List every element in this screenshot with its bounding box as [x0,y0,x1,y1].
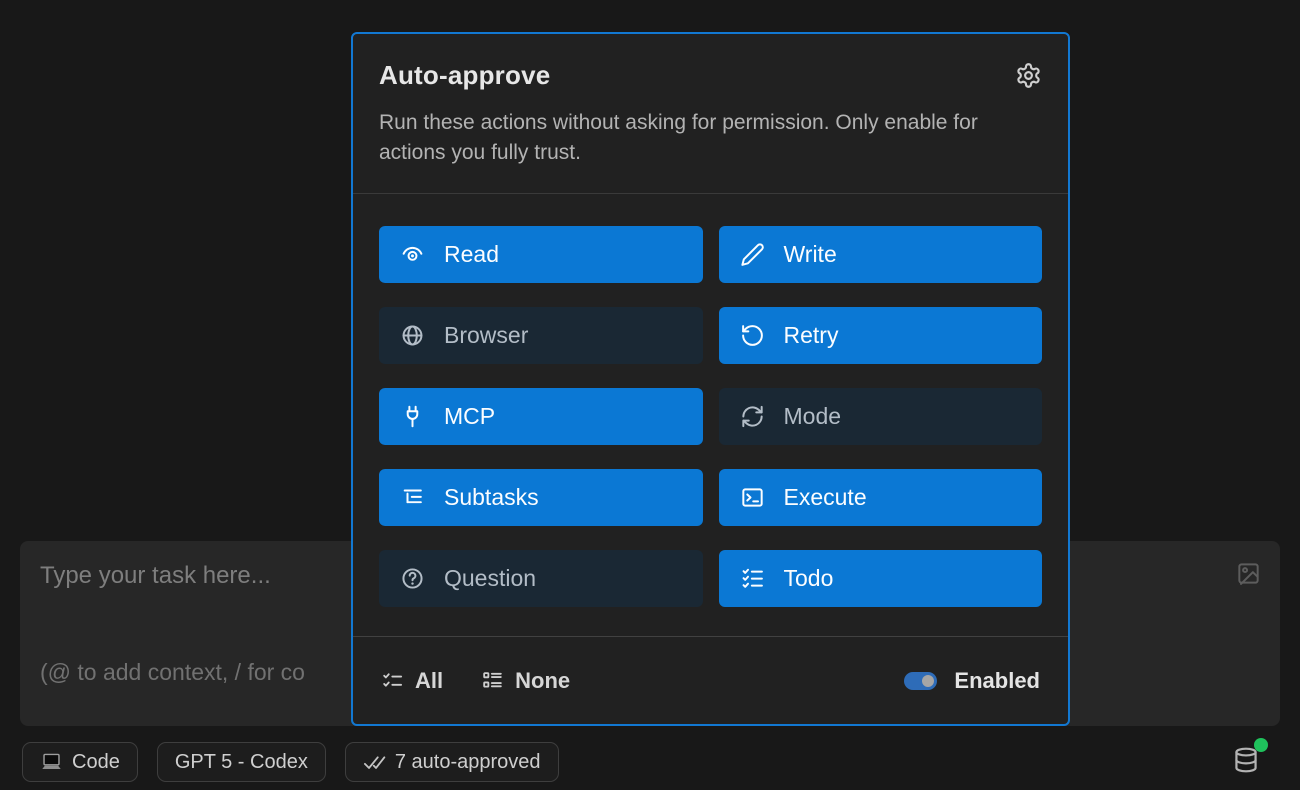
approve-button-browser[interactable]: Browser [379,307,703,364]
approve-button-todo[interactable]: Todo [719,550,1043,607]
pencil-icon [740,242,765,267]
approve-button-label: Retry [784,322,839,349]
select-none-button[interactable]: None [481,668,570,694]
status-green-dot [1254,738,1268,752]
enabled-toggle[interactable] [904,672,937,690]
question-icon [400,566,425,591]
approve-button-execute[interactable]: Execute [719,469,1043,526]
toggle-knob [922,675,934,687]
approve-button-question[interactable]: Question [379,550,703,607]
terminal-icon [740,485,765,510]
database-button[interactable] [1232,744,1264,778]
mode-selector-button[interactable]: Code [22,742,138,782]
task-input-placeholder: Type your task here... [40,562,271,590]
select-all-label: All [415,668,443,694]
check-all-icon [381,669,404,692]
approve-button-subtasks[interactable]: Subtasks [379,469,703,526]
task-input-hint: (@ to add context, / for co [40,659,305,686]
double-check-icon [363,751,386,774]
checklist-icon [740,566,765,591]
popover-title: Auto-approve [379,60,550,91]
enabled-label: Enabled [954,668,1040,694]
retry-icon [740,323,765,348]
approve-button-label: Execute [784,484,867,511]
list-tree-icon [400,485,425,510]
popover-header: Auto-approve Run these actions without a… [353,34,1068,193]
status-bar: Code GPT 5 - Codex 7 auto-approved [22,742,559,782]
approve-button-label: Subtasks [444,484,539,511]
laptop-icon [40,751,63,774]
eye-icon [400,242,425,267]
model-selector-button[interactable]: GPT 5 - Codex [157,742,326,782]
mode-label: Code [72,751,120,774]
approve-button-label: Todo [784,565,834,592]
select-none-label: None [515,668,570,694]
approve-button-label: MCP [444,403,495,430]
approve-button-retry[interactable]: Retry [719,307,1043,364]
globe-icon [400,323,425,348]
auto-approved-label: 7 auto-approved [395,751,541,774]
approve-button-mode[interactable]: Mode [719,388,1043,445]
image-icon[interactable] [1236,561,1261,586]
approve-button-read[interactable]: Read [379,226,703,283]
gear-icon[interactable] [1015,62,1042,89]
popover-description: Run these actions without asking for per… [379,108,1003,193]
sync-icon [740,404,765,429]
model-label: GPT 5 - Codex [175,751,308,774]
plug-icon [400,404,425,429]
approve-button-label: Write [784,241,837,268]
approve-button-write[interactable]: Write [719,226,1043,283]
approve-grid: Read Write Browser Retry MCP Mode Subtasks Exec… [353,194,1068,607]
select-all-button[interactable]: All [381,668,443,694]
auto-approved-button[interactable]: 7 auto-approved [345,742,559,782]
list-select-icon [481,669,504,692]
approve-button-label: Browser [444,322,528,349]
popover-footer: All None Enabled [353,636,1068,724]
approve-button-label: Mode [784,403,842,430]
auto-approve-popover: Auto-approve Run these actions without a… [351,32,1070,726]
approve-button-label: Question [444,565,536,592]
approve-button-label: Read [444,241,499,268]
approve-button-mcp[interactable]: MCP [379,388,703,445]
